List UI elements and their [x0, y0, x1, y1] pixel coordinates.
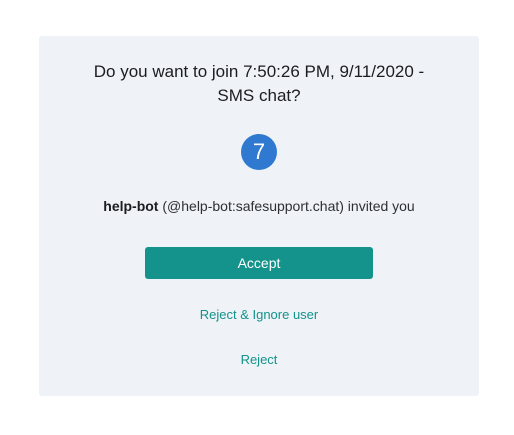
reject-button[interactable]: Reject — [109, 351, 409, 369]
reject-and-ignore-user-button[interactable]: Reject & Ignore user — [109, 306, 409, 324]
invite-title-line-1: Do you want to join 7:50:26 PM, 9/11/202… — [93, 62, 425, 81]
invite-title-line-2: SMS chat? — [217, 86, 301, 105]
accept-button[interactable]: Accept — [145, 247, 373, 279]
invite-title: Do you want to join 7:50:26 PM, 9/11/202… — [59, 60, 459, 108]
room-invite-card: Do you want to join 7:50:26 PM, 9/11/202… — [39, 36, 479, 396]
room-avatar: 7 — [241, 134, 277, 170]
inviter-detail: (@help-bot:safesupport.chat) invited you — [158, 198, 415, 214]
inviter-name: help-bot — [103, 198, 159, 214]
inviter-line: help-bot (@help-bot:safesupport.chat) in… — [49, 196, 469, 216]
